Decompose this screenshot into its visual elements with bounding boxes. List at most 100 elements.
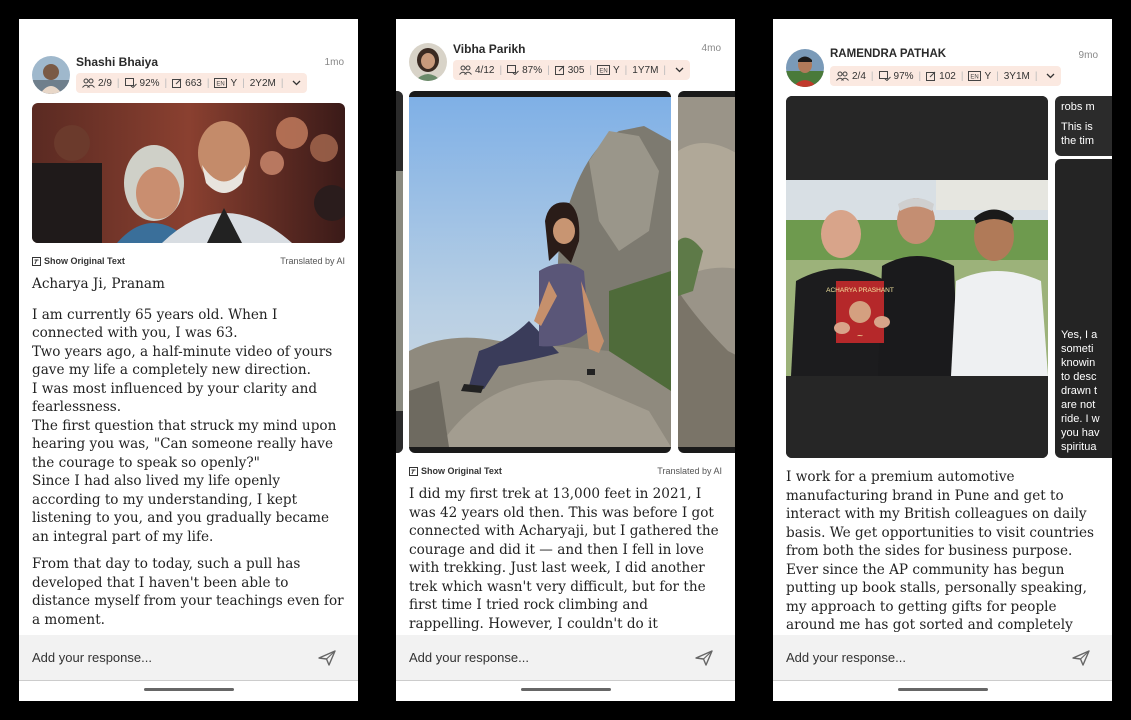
carousel-prev-photo[interactable] — [396, 91, 403, 453]
chat-line: drawn t — [1061, 385, 1098, 397]
post-photo[interactable] — [32, 103, 345, 243]
group-count: 4/12 — [475, 64, 495, 76]
completion-icon — [878, 71, 891, 81]
paragraph: I was most influenced by your clarity an… — [32, 380, 318, 416]
completion-icon — [124, 78, 137, 88]
svg-text:~: ~ — [857, 331, 864, 340]
translate-icon — [409, 466, 418, 476]
show-original-button[interactable]: Show Original Text — [32, 256, 125, 266]
post-card-shashi: Shashi Bhaiya 1mo 2/9 | 92% | 663 | EN Y … — [19, 19, 358, 701]
paragraph: The first question that struck my mind u… — [32, 417, 337, 471]
stats-bar[interactable]: 4/12 | 87% | 305 | EN Y | 1Y7M | — [453, 60, 691, 80]
stats-bar[interactable]: 2/4 | 97% | 102 | EN Y | 3Y1M | — [830, 66, 1062, 86]
group-icon — [82, 78, 95, 88]
tenure: 2Y2M — [249, 77, 276, 89]
response-bar: Add your response... — [396, 635, 735, 681]
carousel-next-photo[interactable] — [678, 91, 735, 453]
task-count: 663 — [185, 77, 202, 89]
edit-icon — [172, 78, 182, 88]
chat-line: are not — [1061, 399, 1096, 411]
chat-line: spiritua — [1061, 441, 1097, 453]
show-original-button[interactable]: Show Original Text — [409, 466, 502, 476]
username[interactable]: Vibha Parikh — [453, 42, 525, 56]
paragraph: I am currently 65 years old. When I conn… — [32, 306, 278, 342]
paragraph: I work for a premium automotive manufact… — [786, 469, 1094, 652]
show-original-label: Show Original Text — [44, 256, 125, 266]
post-time: 4mo — [701, 43, 721, 54]
group-count: 2/9 — [98, 77, 112, 89]
response-input[interactable]: Add your response... — [786, 650, 906, 665]
nav-bar — [773, 681, 1112, 701]
post-body: I did my first trek at 13,000 feet in 20… — [409, 485, 723, 652]
send-icon[interactable] — [695, 649, 713, 666]
post-card-ramendra: RAMENDRA PATHAK 9mo 2/4 | 97% | 102 | EN… — [773, 19, 1112, 701]
tenure: 3Y1M — [1003, 70, 1030, 82]
chat-line: ride. I w — [1061, 413, 1100, 425]
show-original-label: Show Original Text — [421, 466, 502, 476]
home-handle[interactable] — [520, 688, 611, 691]
book-title: ACHARYA PRASHANT — [826, 287, 894, 294]
send-icon[interactable] — [1072, 649, 1090, 666]
stats-bar[interactable]: 2/9 | 92% | 663 | EN Y | 2Y2M | — [76, 73, 308, 93]
avatar[interactable] — [786, 49, 824, 87]
home-handle[interactable] — [897, 688, 988, 691]
chat-line: knowin — [1061, 357, 1096, 369]
chat-line: to desc — [1061, 371, 1097, 383]
home-handle[interactable] — [143, 688, 234, 691]
nav-bar — [19, 681, 358, 701]
chevron-down-icon[interactable] — [675, 67, 684, 73]
language-flag: Y — [613, 64, 620, 76]
paragraph: From that day to today, such a pull has … — [32, 556, 344, 628]
language-icon: EN — [968, 71, 982, 81]
avatar[interactable] — [409, 43, 447, 81]
edit-icon — [554, 65, 565, 75]
group-count: 2/4 — [852, 70, 866, 82]
edit-icon — [926, 71, 936, 81]
nav-bar — [396, 681, 735, 701]
tenure: 1Y7M — [632, 64, 659, 76]
chat-bubble-bottom: Yes, I a someti knowin to desc drawn t a… — [1055, 159, 1112, 458]
completion-percent: 97% — [893, 70, 914, 82]
task-count: 102 — [939, 70, 956, 82]
group-icon — [836, 71, 849, 81]
chat-bubble-top: robs m This is the tim — [1055, 96, 1112, 156]
language-flag: Y — [984, 70, 992, 82]
paragraph: Since I had also lived my life openly ac… — [32, 473, 330, 545]
completion-percent: 87% — [522, 64, 543, 76]
response-bar: Add your response... — [773, 635, 1112, 681]
translate-icon — [32, 256, 41, 266]
language-flag: Y — [230, 77, 238, 89]
chat-line: the tim — [1061, 135, 1095, 147]
chat-line: robs m — [1061, 101, 1095, 113]
post-card-vibha: Vibha Parikh 4mo 4/12 | 87% | 305 | EN Y … — [396, 19, 735, 701]
post-body: Acharya Ji, Pranam I am currently 65 yea… — [32, 275, 346, 629]
post-time: 1mo — [324, 57, 344, 68]
completion-percent: 92% — [139, 77, 160, 89]
chat-line: you hav — [1061, 427, 1100, 439]
paragraph: Two years ago, a half-minute video of yo… — [32, 343, 333, 379]
translated-label: Translated by AI — [657, 466, 722, 476]
greeting: Acharya Ji, Pranam — [32, 276, 165, 292]
username[interactable]: Shashi Bhaiya — [76, 55, 158, 69]
response-input[interactable]: Add your response... — [409, 650, 529, 665]
post-photo[interactable] — [409, 91, 671, 453]
username[interactable]: RAMENDRA PATHAK — [830, 48, 946, 60]
response-input[interactable]: Add your response... — [32, 650, 152, 665]
task-count: 305 — [567, 64, 585, 76]
chevron-down-icon[interactable] — [292, 80, 301, 86]
translated-label: Translated by AI — [280, 256, 345, 266]
paragraph: I did my first trek at 13,000 feet in 20… — [409, 486, 719, 650]
chat-line: someti — [1061, 343, 1094, 355]
send-icon[interactable] — [318, 649, 336, 666]
svg-text:EN: EN — [217, 82, 225, 88]
completion-icon — [507, 65, 519, 75]
post-time: 9mo — [1078, 50, 1098, 61]
post-photo[interactable]: ACHARYA PRASHANT ~ — [786, 96, 1048, 458]
chat-line: Yes, I a — [1061, 329, 1098, 341]
language-icon: EN — [214, 78, 228, 88]
avatar[interactable] — [32, 56, 70, 94]
svg-text:EN: EN — [599, 69, 607, 75]
chevron-down-icon[interactable] — [1046, 73, 1055, 79]
post-body: I work for a premium automotive manufact… — [786, 468, 1100, 653]
language-icon: EN — [597, 65, 610, 75]
